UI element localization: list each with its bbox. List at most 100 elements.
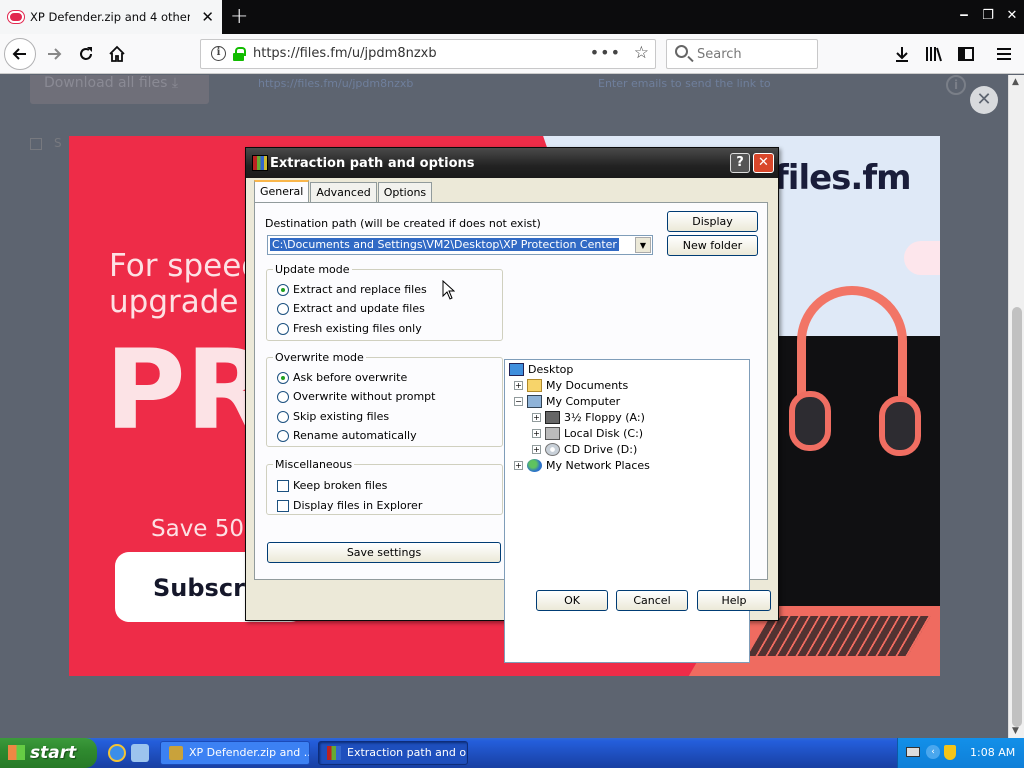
show-desktop-icon[interactable]: [131, 744, 149, 762]
save-settings-button[interactable]: Save settings: [267, 542, 501, 563]
tab-advanced[interactable]: Advanced: [310, 182, 377, 202]
tree-item-network-places[interactable]: + My Network Places: [514, 459, 650, 472]
radio-button[interactable]: [277, 390, 289, 403]
headphone-cup-right: [879, 396, 921, 456]
radio-rename-auto[interactable]: Rename automatically: [277, 429, 417, 442]
scroll-up-icon[interactable]: ▲: [1012, 77, 1019, 87]
tree-item-my-computer[interactable]: − My Computer: [514, 395, 620, 408]
address-bar[interactable]: i https://files.fm/u/jpdm8nzxb ••• ☆: [200, 39, 656, 69]
scroll-down-icon[interactable]: ▼: [1012, 726, 1019, 736]
bookmark-star-icon[interactable]: ☆: [634, 43, 649, 63]
taskbar-item-extraction[interactable]: Extraction path and o...: [318, 741, 468, 765]
library-icon: [926, 47, 942, 62]
ok-button[interactable]: OK: [536, 590, 608, 611]
tab-close-icon[interactable]: ✕: [201, 8, 214, 26]
info-icon[interactable]: i: [946, 75, 966, 95]
downloads-button[interactable]: [888, 40, 916, 68]
dialog-title-bar[interactable]: Extraction path and options ? ✕: [246, 148, 778, 178]
tree-item-desktop[interactable]: Desktop: [509, 363, 573, 376]
radio-button[interactable]: [277, 410, 289, 423]
security-shield-icon[interactable]: [944, 745, 956, 760]
display-button[interactable]: Display: [667, 211, 758, 232]
reload-icon: [80, 47, 92, 60]
back-button[interactable]: [4, 38, 36, 70]
tree-label: My Network Places: [546, 459, 650, 472]
tree-label: Local Disk (C:): [564, 427, 644, 440]
site-info-icon[interactable]: i: [211, 46, 226, 61]
radio-extract-replace[interactable]: Extract and replace files: [277, 283, 427, 296]
chevron-down-icon[interactable]: ▼: [635, 237, 651, 253]
browser-tab[interactable]: XP Defender.zip and 4 other files ✕: [0, 0, 222, 34]
help-button[interactable]: Help: [697, 590, 771, 611]
forward-button[interactable]: [40, 40, 68, 68]
destination-path-value[interactable]: C:\Documents and Settings\VM2\Desktop\XP…: [270, 238, 619, 251]
taskbar-item-zip[interactable]: XP Defender.zip and ...: [160, 741, 310, 765]
system-tray: ‹ 1:08 AM: [897, 738, 1024, 768]
radio-fresh-existing[interactable]: Fresh existing files only: [277, 322, 422, 335]
radio-extract-update[interactable]: Extract and update files: [277, 302, 425, 315]
new-folder-button[interactable]: New folder: [667, 235, 758, 256]
folder-tree[interactable]: Desktop + My Documents − My Computer +3½ F…: [504, 359, 750, 663]
search-box[interactable]: Search: [666, 39, 818, 69]
radio-button[interactable]: [277, 429, 289, 442]
dialog-close-button[interactable]: ✕: [753, 153, 774, 173]
library-button[interactable]: [920, 40, 948, 68]
reload-button[interactable]: [72, 40, 100, 68]
radio-button[interactable]: [277, 283, 289, 296]
scroll-thumb[interactable]: [1012, 307, 1022, 727]
sidebar-button[interactable]: [952, 40, 980, 68]
expand-plus-icon[interactable]: +: [532, 413, 541, 422]
select-all-checkbox[interactable]: [30, 138, 42, 150]
tree-item-local-disk[interactable]: + Local Disk (C:): [532, 427, 643, 440]
url-text[interactable]: https://files.fm/u/jpdm8nzxb: [253, 46, 437, 61]
check-keep-broken[interactable]: Keep broken files: [277, 479, 387, 492]
radio-overwrite-without[interactable]: Overwrite without prompt: [277, 390, 435, 403]
expand-plus-icon[interactable]: +: [514, 381, 523, 390]
tree-item-my-documents[interactable]: + My Documents: [514, 379, 628, 392]
checkbox[interactable]: [277, 479, 289, 492]
cancel-button[interactable]: Cancel: [616, 590, 688, 611]
help-title-button[interactable]: ?: [730, 153, 750, 173]
download-all-button[interactable]: Download all files ⤓: [30, 75, 209, 104]
tree-item-cd-drive[interactable]: + CD Drive (D:): [532, 443, 637, 456]
expand-plus-icon[interactable]: +: [532, 445, 541, 454]
radio-ask-before[interactable]: Ask before overwrite: [277, 371, 407, 384]
tree-label: CD Drive (D:): [564, 443, 638, 456]
tree-item-floppy[interactable]: +3½ Floppy (A:): [532, 411, 645, 424]
checkbox-label: Keep broken files: [293, 479, 388, 492]
page-actions-icon[interactable]: •••: [590, 43, 621, 62]
radio-button[interactable]: [277, 371, 289, 384]
keyboard-icon[interactable]: [906, 747, 920, 757]
check-display-explorer[interactable]: Display files in Explorer: [277, 499, 422, 512]
expand-plus-icon[interactable]: +: [514, 461, 523, 470]
radio-label: Extract and replace files: [293, 283, 427, 296]
restore-button[interactable]: ❐: [976, 0, 1000, 34]
expand-plus-icon[interactable]: +: [532, 429, 541, 438]
new-tab-button[interactable]: +: [230, 4, 248, 29]
home-button[interactable]: [103, 40, 131, 68]
internet-explorer-icon[interactable]: [108, 744, 126, 762]
page-scrollbar[interactable]: ▲ ▼: [1008, 75, 1024, 738]
tab-general[interactable]: General: [254, 180, 310, 202]
navigation-toolbar: i https://files.fm/u/jpdm8nzxb ••• ☆ Sea…: [0, 34, 1024, 74]
ad-close-button[interactable]: ✕: [970, 86, 998, 114]
show-hidden-icons-icon[interactable]: ‹: [926, 745, 940, 759]
select-label: S: [54, 136, 62, 150]
destination-path-combo[interactable]: C:\Documents and Settings\VM2\Desktop\XP…: [267, 235, 653, 255]
minimize-button[interactable]: ‒: [952, 0, 976, 34]
collapse-minus-icon[interactable]: −: [514, 397, 523, 406]
radio-skip-existing[interactable]: Skip existing files: [277, 410, 389, 423]
lock-icon[interactable]: [233, 47, 246, 61]
radio-button[interactable]: [277, 302, 289, 315]
extraction-dialog: Extraction path and options ? ✕ General …: [245, 147, 779, 663]
radio-button[interactable]: [277, 322, 289, 335]
checkbox[interactable]: [277, 499, 289, 512]
start-label: start: [30, 743, 77, 763]
start-button[interactable]: start: [0, 738, 97, 768]
window-close-button[interactable]: ✕: [1000, 0, 1024, 34]
menu-button[interactable]: [990, 40, 1018, 68]
destination-path-label: Destination path (will be created if doe…: [265, 217, 541, 230]
tab-options[interactable]: Options: [377, 182, 433, 202]
tab-title: XP Defender.zip and 4 other files: [30, 10, 190, 24]
email-input[interactable]: Enter emails to send the link to: [598, 77, 771, 90]
